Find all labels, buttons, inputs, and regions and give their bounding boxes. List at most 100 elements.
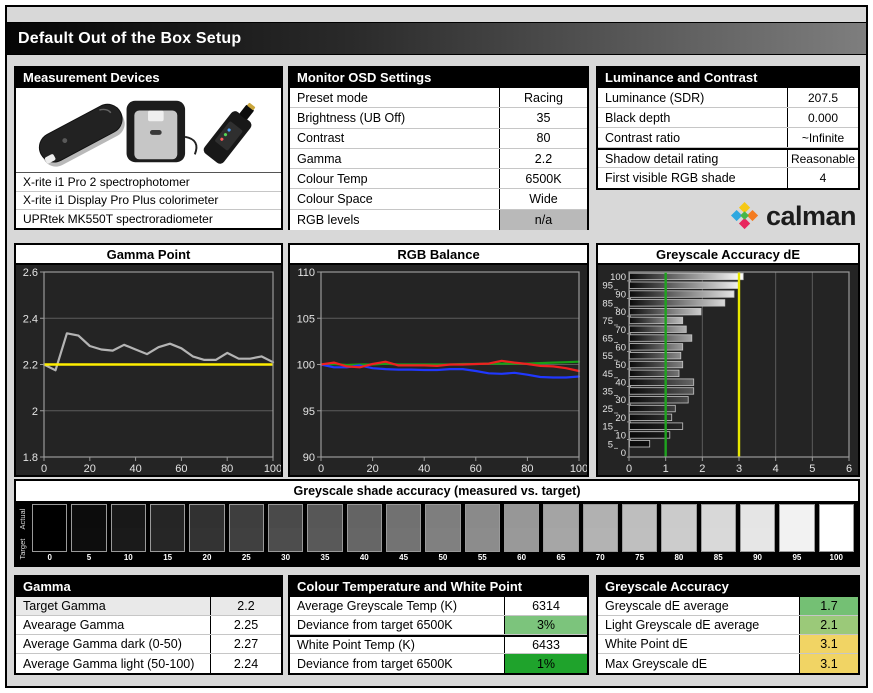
greyscale-swatch: 65 [543,504,579,563]
row-label: Average Greyscale Temp (K) [297,599,458,613]
measurement-devices-panel: Measurement Devices X-rite i1 Pro 2 spec… [14,66,283,230]
actual-label: Actual [18,508,27,530]
row-value: 35 [499,108,587,128]
table-row: Deviance from target 6500K 1% [290,654,587,673]
svg-text:80: 80 [221,463,233,475]
table-row: Shadow detail rating Reasonable [598,148,858,168]
actual-shade [426,505,460,528]
greyscale-swatch: 70 [582,504,618,563]
row-value: 2.2 [499,148,587,169]
svg-text:100: 100 [570,463,587,475]
calman-wordmark: calman [765,200,857,231]
table-row: Brightness (UB Off) 35 [290,108,587,129]
device-list-item: X-rite i1 Display Pro Plus colorimeter [16,192,281,211]
actual-shade [347,505,381,528]
svg-text:40: 40 [615,378,626,389]
swatch-label: 25 [241,553,251,562]
device-images [16,88,281,173]
table-row: Average Gamma dark (0-50) 2.27 [16,635,281,654]
swatch-label: 5 [86,553,92,562]
svg-text:100: 100 [297,360,315,372]
table-row: RGB levels n/a [290,209,587,231]
target-label: Target [18,537,27,559]
svg-text:2: 2 [699,463,705,475]
greyscale-swatch: 50 [425,504,461,563]
row-value: Wide [499,189,587,209]
svg-text:40: 40 [418,463,430,475]
svg-text:2: 2 [32,406,38,418]
gamma-table-panel: Gamma Target Gamma 2.2 Avearage Gamma 2.25 A… [14,575,283,675]
target-shade [229,528,263,551]
calman-logo-icon [730,202,759,230]
svg-text:40: 40 [129,463,141,475]
monitor-osd-settings-panel: Monitor OSD Settings Preset mode Racing Br… [288,66,589,231]
row-value: 80 [499,128,587,148]
row-value: 207.5 [787,88,858,107]
svg-text:1.8: 1.8 [23,452,38,464]
row-label: White Point dE [605,637,688,651]
row-label: Colour Space [297,192,373,207]
swatch-label: 95 [792,553,802,562]
swatch-label: 100 [829,553,843,562]
row-label: Light Greyscale dE average [605,618,760,632]
colour-temp-panel: Colour Temperature and White Point Avera… [288,575,589,675]
row-label: Target Gamma [23,599,106,613]
row-value: 1.7 [799,597,858,615]
row-value: 6314 [504,597,587,615]
target-shade [465,528,499,551]
actual-shade [780,505,814,528]
svg-text:0: 0 [318,463,324,475]
row-value: 2.25 [210,616,281,634]
greyscale-accuracy-panel: Greyscale Accuracy Greyscale dE average 1… [596,575,860,675]
svg-text:50: 50 [615,360,626,371]
target-shade [701,528,735,551]
greyscale-swatch: 20 [189,504,225,563]
row-value: ~Infinite [787,128,858,147]
target-shade [740,528,775,551]
swatch-label: 50 [438,553,448,562]
table-row: Gamma 2.2 [290,148,587,170]
svg-text:15: 15 [602,422,613,433]
row-label: Preset mode [297,90,368,105]
table-row: Colour Temp 6500K [290,169,587,190]
colorimeter-icon [126,100,198,163]
table-row: Preset mode Racing [290,88,587,109]
row-value: 3% [504,616,587,634]
greyscale-swatch: 85 [700,504,736,563]
actual-shade [701,505,735,528]
table-row: Deviance from target 6500K 3% [290,616,587,635]
actual-shade [504,505,539,528]
table-row: Target Gamma 2.2 [16,597,281,616]
swatch-label: 90 [753,553,763,562]
actual-shade [229,505,263,528]
row-value: 2.24 [210,654,281,673]
table-row: Avearage Gamma 2.25 [16,616,281,635]
table-row: Black depth 0.000 [598,108,858,128]
svg-text:75: 75 [602,316,613,327]
gamma-point-chart: 1.8 2 2.2 2.4 2.6 0 20 40 60 80 100 [23,267,282,475]
target-shade [347,528,381,551]
table-row: White Point dE 3.1 [598,635,858,654]
actual-shade [111,505,145,528]
actual-shade [819,505,853,528]
rgb-balance-chart: 90 95 100 105 110 0 20 40 60 80 100 [297,267,589,475]
row-label: Colour Temp [297,171,368,186]
svg-text:100: 100 [264,463,281,475]
target-shade [111,528,145,551]
greyscale-swatch: 75 [621,504,658,563]
row-label: Greyscale dE average [605,599,729,613]
actual-shade [465,505,499,528]
strip-row-labels: Actual Target [18,504,32,563]
table-row: Average Greyscale Temp (K) 6314 [290,597,587,616]
row-label: Average Gamma dark (0-50) [23,637,182,651]
table-row: Luminance (SDR) 207.5 [598,88,858,108]
row-label: Avearage Gamma [23,618,125,632]
title-bar: Default Out of the Box Setup [7,22,866,55]
table-row: Light Greyscale dE average 2.1 [598,616,858,635]
svg-text:80: 80 [521,463,533,475]
table-row: Greyscale dE average 1.7 [598,597,858,616]
svg-text:20: 20 [84,463,96,475]
page-title: Default Out of the Box Setup [18,29,242,47]
row-value: 4 [787,168,858,188]
svg-text:4: 4 [773,463,779,475]
